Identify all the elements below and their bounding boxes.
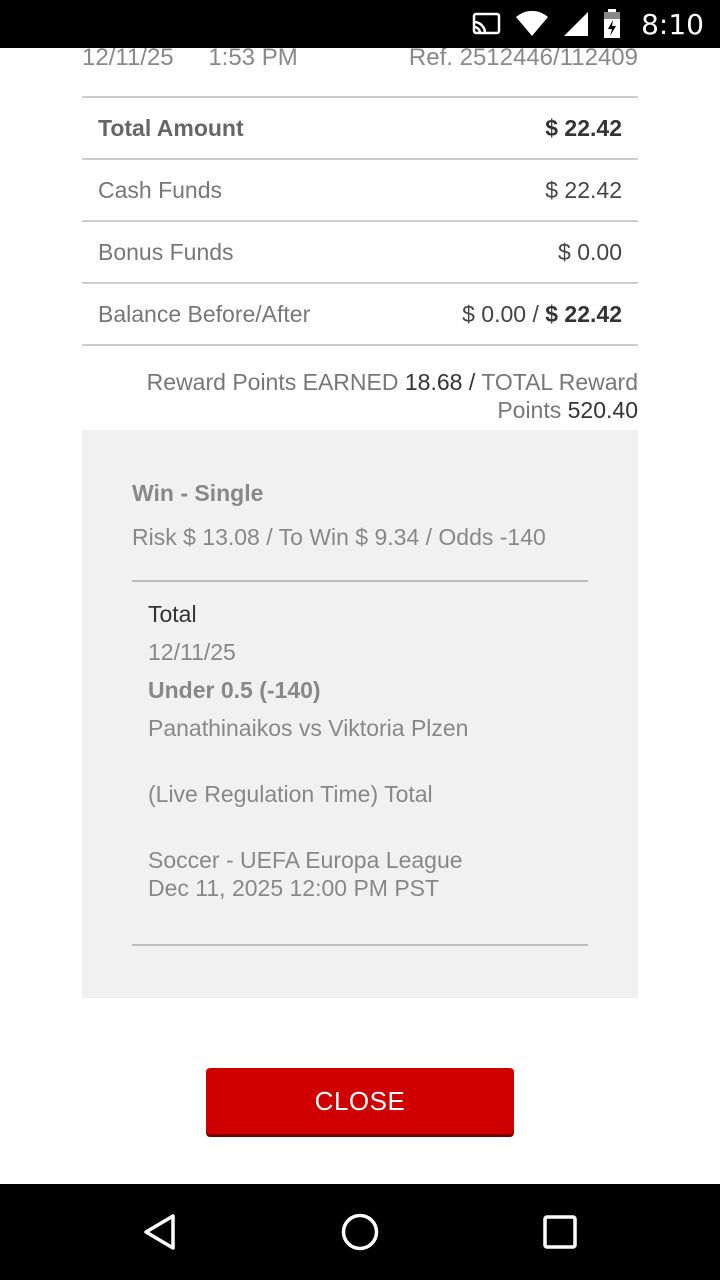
total-amount-value: $ 22.42: [545, 114, 622, 141]
selection-period: (Live Regulation Time) Total: [148, 781, 433, 807]
battery-icon: [603, 9, 621, 39]
signal-icon: [563, 11, 589, 37]
receipt-date: 12/11/25: [82, 48, 174, 71]
selection-date: 12/11/25: [148, 639, 236, 665]
cast-icon: [471, 12, 501, 36]
reward-earned-label: Reward Points EARNED: [146, 369, 399, 395]
home-icon[interactable]: [336, 1208, 384, 1256]
balance-label: Balance Before/After: [98, 300, 311, 327]
status-bar: 8:10: [0, 0, 720, 48]
reward-earned-value: 18.68: [404, 369, 463, 395]
bet-details-panel: Win - Single Risk $ 13.08 / To Win $ 9.3…: [82, 430, 638, 998]
divider: [132, 944, 588, 946]
wifi-icon: [515, 11, 549, 37]
cash-funds-value: $ 22.42: [545, 176, 622, 203]
amount-table: Total Amount $ 22.42 Cash Funds $ 22.42 …: [82, 96, 638, 346]
bonus-funds-row: Bonus Funds $ 0.00: [82, 222, 638, 284]
receipt-time: 1:53 PM: [208, 48, 298, 71]
navigation-bar: [0, 1184, 720, 1280]
balance-before: $ 0.00 /: [462, 300, 539, 327]
cash-funds-row: Cash Funds $ 22.42: [82, 160, 638, 222]
receipt-content[interactable]: 12/11/25 1:53 PM Ref. 2512446/112409 Tot…: [0, 48, 720, 1184]
total-amount-row: Total Amount $ 22.42: [82, 98, 638, 160]
balance-row: Balance Before/After $ 0.00 / $ 22.42: [82, 284, 638, 346]
selection-league: Soccer - UEFA Europa League Dec 11, 2025…: [148, 847, 463, 901]
balance-after: $ 22.42: [545, 300, 622, 327]
receipt-meta: 12/11/25 1:53 PM Ref. 2512446/112409: [82, 48, 638, 76]
clock: 8:10: [641, 7, 704, 41]
selection-market: Total: [148, 601, 197, 627]
bonus-funds-value: $ 0.00: [558, 238, 622, 265]
reward-points: Reward Points EARNED 18.68 / TOTAL Rewar…: [82, 368, 638, 424]
bet-summary: Risk $ 13.08 / To Win $ 9.34 / Odds -140: [132, 524, 546, 550]
receipt-ref: Ref. 2512446/112409: [408, 48, 638, 71]
divider: [132, 580, 588, 582]
selection-event: Panathinaikos vs Viktoria Plzen: [148, 715, 469, 741]
reward-separator: /: [468, 369, 476, 395]
bet-type: Win - Single: [132, 480, 264, 506]
bonus-funds-label: Bonus Funds: [98, 238, 234, 265]
close-button[interactable]: CLOSE: [206, 1068, 514, 1134]
balance-value: $ 0.00 / $ 22.42: [462, 301, 622, 328]
reward-total-value: 520.40: [567, 397, 638, 423]
total-amount-label: Total Amount: [98, 114, 244, 141]
cash-funds-label: Cash Funds: [98, 176, 223, 203]
back-icon[interactable]: [136, 1208, 184, 1256]
recents-icon[interactable]: [536, 1208, 584, 1256]
selection-pick: Under 0.5 (-140): [148, 677, 321, 703]
